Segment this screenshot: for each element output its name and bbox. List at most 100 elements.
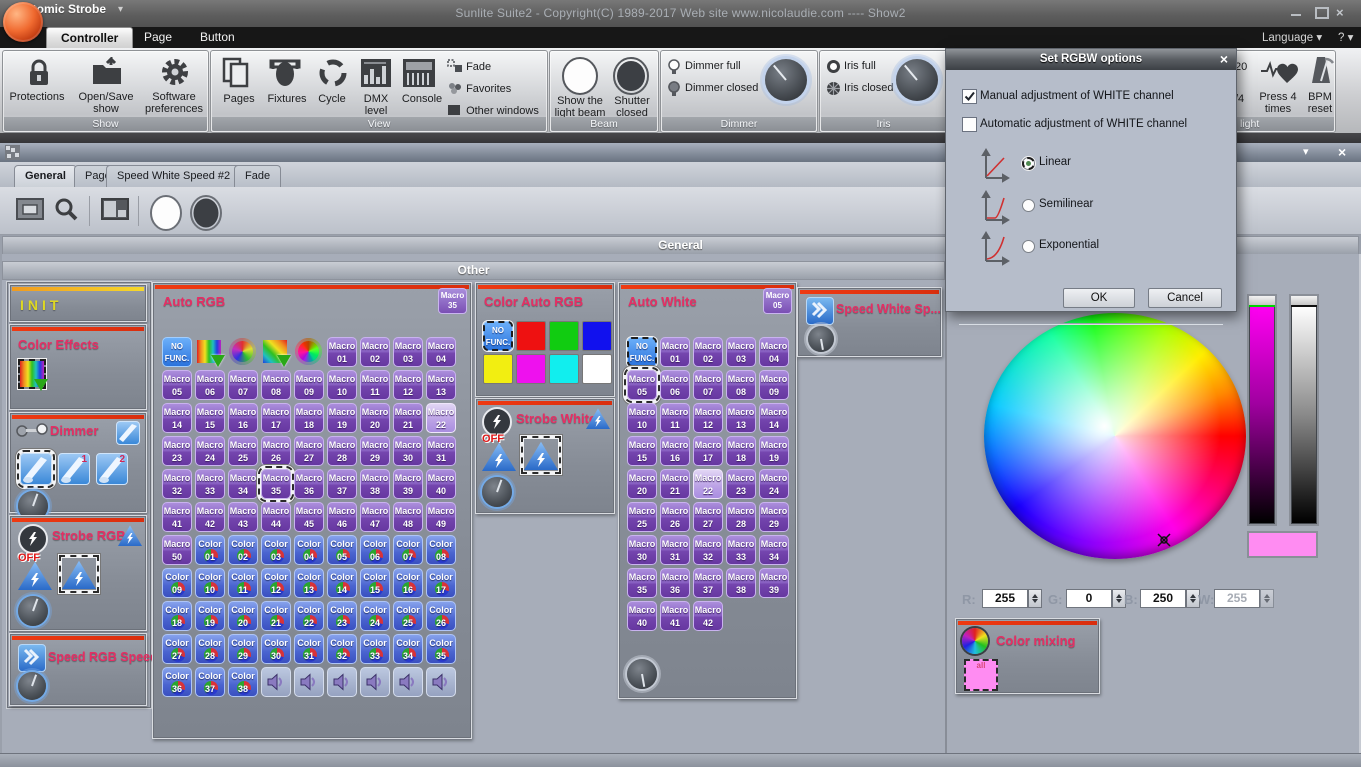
speed-rgb-knob[interactable] [18,672,46,700]
auto-rgb-macro-button-15[interactable]: Macro 15 [195,403,225,433]
strobe-rgb-panel[interactable]: Strobe RGB OFF [9,515,147,631]
auto-rgb-color-button-16[interactable]: Color 16 [393,568,423,598]
auto-rgb-color-button-22[interactable]: Color 22 [294,601,324,631]
auto-white-macro-button-19[interactable]: Macro 19 [759,436,789,466]
auto-white-macro-button-11[interactable]: Macro 11 [660,403,690,433]
auto-rgb-macro-button-08[interactable]: Macro 08 [261,370,291,400]
auto-white-macro-button-29[interactable]: Macro 29 [759,502,789,532]
tab-controller[interactable]: Controller [46,27,134,49]
auto-rgb-macro-button-38[interactable]: Macro 38 [360,469,390,499]
auto-rgb-color-button-03[interactable]: Color 03 [261,535,291,565]
auto-white-macro-button-16[interactable]: Macro 16 [660,436,690,466]
auto-rgb-macro-button-06[interactable]: Macro 06 [195,370,225,400]
auto-white-macro-button-25[interactable]: Macro 25 [627,502,657,532]
color-auto-rgb-swatch-4[interactable] [483,354,513,384]
auto-rgb-macro-button-13[interactable]: Macro 13 [426,370,456,400]
auto-rgb-macro-button-41[interactable]: Macro 41 [162,502,192,532]
auto-rgb-color-button-33[interactable]: Color 33 [360,634,390,664]
auto-rgb-macro-button-19[interactable]: Macro 19 [327,403,357,433]
auto-white-macro-button-09[interactable]: Macro 09 [759,370,789,400]
auto-rgb-color-button-32[interactable]: Color 32 [327,634,357,664]
auto-rgb-color-button-11[interactable]: Color 11 [228,568,258,598]
auto-rgb-color-button-18[interactable]: Color 18 [162,601,192,631]
auto-rgb-macro-button-26[interactable]: Macro 26 [261,436,291,466]
auto-rgb-color-button-19[interactable]: Color 19 [195,601,225,631]
auto-rgb-macro-button-32[interactable]: Macro 32 [162,469,192,499]
auto-white-macro-button-38[interactable]: Macro 38 [726,568,756,598]
auto-rgb-macro-button-24[interactable]: Macro 24 [195,436,225,466]
auto-rgb-color-button-01[interactable]: Color 01 [195,535,225,565]
app-logo-button[interactable] [3,2,43,42]
auto-white-macro-button-37[interactable]: Macro 37 [693,568,723,598]
auto-white-macro-button-26[interactable]: Macro 26 [660,502,690,532]
auto-rgb-color-button-38[interactable]: Color 38 [228,667,258,697]
dimmer-beam-button-1[interactable]: 1 [58,453,90,485]
white-slider[interactable] [1289,294,1319,526]
auto-rgb-color-button-20[interactable]: Color 20 [228,601,258,631]
auto-rgb-macro-button-05[interactable]: Macro 05 [162,370,192,400]
fade-button[interactable]: Fade [447,59,491,73]
auto-white-macro-button-17[interactable]: Macro 17 [693,436,723,466]
dimmer-closed-button[interactable]: Dimmer closed [685,82,758,94]
auto-rgb-macro-button-45[interactable]: Macro 45 [294,502,324,532]
auto-rgb-color-button-30[interactable]: Color 30 [261,634,291,664]
auto-rgb-macro-button-12[interactable]: Macro 12 [393,370,423,400]
b-input[interactable]: 250 [1140,589,1186,608]
auto-rgb-color-button-04[interactable]: Color 04 [294,535,324,565]
window-tab-fade[interactable]: Fade [234,165,282,187]
r-input[interactable]: 255 [982,589,1028,608]
speed-rgb-panel[interactable]: Speed RGB Speed [9,633,158,706]
auto-rgb-color-button-14[interactable]: Color 14 [327,568,357,598]
auto-rgb-macro-button-17[interactable]: Macro 17 [261,403,291,433]
dark-beam-button[interactable] [188,194,224,232]
dimmer-panel[interactable]: Dimmer 1 2 [9,412,147,521]
auto-rgb-color-button-36[interactable]: Color 36 [162,667,192,697]
auto-rgb-no-func-button[interactable]: NO FUNC. [162,337,192,367]
dmx-level-button[interactable]: DMX level [355,93,397,117]
auto-rgb-color-button-28[interactable]: Color 28 [195,634,225,664]
auto-white-macro-button-15[interactable]: Macro 15 [627,436,657,466]
dimmer-knob[interactable] [765,59,807,101]
brightness-slider-handle[interactable] [1249,296,1275,307]
auto-rgb-speaker-button-5[interactable] [393,667,423,697]
r-spinner[interactable] [1028,589,1042,608]
rainbow-diagonal-effect-icon[interactable] [261,337,291,367]
auto-rgb-macro-button-31[interactable]: Macro 31 [426,436,456,466]
auto-rgb-color-button-05[interactable]: Color 05 [327,535,357,565]
other-windows-button[interactable]: Other windows [447,103,539,117]
auto-rgb-color-button-31[interactable]: Color 31 [294,634,324,664]
auto-rgb-macro-button-37[interactable]: Macro 37 [327,469,357,499]
auto-rgb-color-button-10[interactable]: Color 10 [195,568,225,598]
auto-white-macro-button-41[interactable]: Macro 41 [660,601,690,631]
auto-rgb-macro-button-44[interactable]: Macro 44 [261,502,291,532]
color-auto-rgb-swatch-1[interactable] [516,321,546,351]
ok-button[interactable]: OK [1063,288,1135,308]
language-menu[interactable]: Language ▾ [1262,30,1322,44]
auto-white-knob[interactable] [627,659,657,689]
color-auto-rgb-swatch-2[interactable] [549,321,579,351]
g-input[interactable]: 0 [1066,589,1112,608]
color-mixing-panel[interactable]: Color mixing all [955,618,1100,694]
auto-white-macro-button-32[interactable]: Macro 32 [693,535,723,565]
layout-button[interactable] [101,198,129,222]
show-light-beam-button[interactable]: Show the light beam [552,95,608,119]
auto-white-macro-button-03[interactable]: Macro 03 [726,337,756,367]
color-wheel-effect-icon[interactable] [228,337,258,367]
auto-white-macro-button-06[interactable]: Macro 06 [660,370,690,400]
fixtures-button[interactable]: Fixtures [263,93,311,105]
auto-white-no-func-button[interactable]: NO FUNC. [627,337,657,367]
auto-rgb-speaker-button-1[interactable] [261,667,291,697]
color-wheel-effect-2-icon[interactable] [294,337,324,367]
dimmer-beam-button-0[interactable] [17,450,55,488]
cancel-button[interactable]: Cancel [1148,288,1222,308]
auto-rgb-macro-button-21[interactable]: Macro 21 [393,403,423,433]
auto-rgb-macro-button-10[interactable]: Macro 10 [327,370,357,400]
auto-rgb-macro-button-39[interactable]: Macro 39 [393,469,423,499]
auto-rgb-color-button-06[interactable]: Color 06 [360,535,390,565]
strobe-white-panel[interactable]: Strobe White OFF [475,398,615,514]
auto-rgb-macro-button-22[interactable]: Macro 22 [426,403,456,433]
color-effects-panel[interactable]: Color Effects [9,324,147,410]
auto-rgb-macro-button-28[interactable]: Macro 28 [327,436,357,466]
auto-white-macro-button-04[interactable]: Macro 04 [759,337,789,367]
strobe-white-off-button[interactable] [482,442,516,471]
